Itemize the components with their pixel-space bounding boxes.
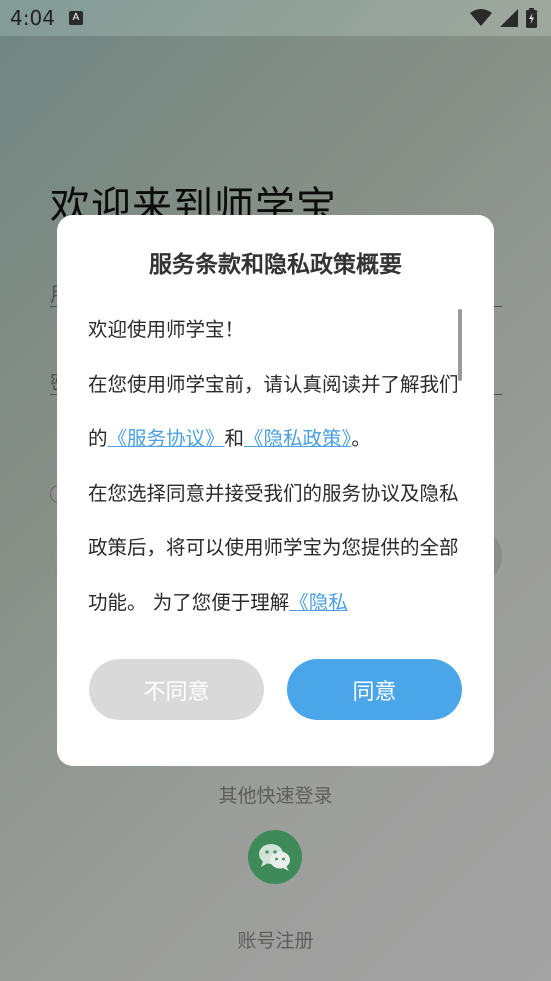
policy-paragraph: 在您使用师学宝前，请认真阅读并了解我们的《服务协议》和《隐私政策》。 <box>88 358 468 467</box>
status-time: 4:04 <box>10 6 55 30</box>
wechat-login-button[interactable] <box>248 830 302 884</box>
period-text: 。 <box>351 427 371 450</box>
and-text: 和 <box>224 427 245 450</box>
privacy-policy-link-2[interactable]: 《隐私 <box>289 591 348 614</box>
signal-icon <box>500 9 518 27</box>
agree-button[interactable]: 同意 <box>287 659 462 720</box>
para2-text: 在您选择同意并接受我们的服务协议及隐私政策后，将可以使用师学宝为您提供的全部功能… <box>88 481 459 614</box>
status-right <box>470 8 551 28</box>
dialog-scrollbar[interactable] <box>458 309 462 381</box>
wechat-icon <box>259 844 290 871</box>
status-bar: 4:04 A <box>0 0 551 36</box>
policy-paragraph-2: 在您选择同意并接受我们的服务协议及隐私政策后，将可以使用师学宝为您提供的全部功能… <box>88 467 468 631</box>
privacy-policy-link[interactable]: 《隐私政策》 <box>244 427 351 450</box>
register-link[interactable]: 账号注册 <box>0 926 551 953</box>
battery-icon <box>526 8 537 28</box>
dialog-title: 服务条款和隐私政策概要 <box>149 252 402 278</box>
service-agreement-link[interactable]: 《服务协议》 <box>108 427 225 450</box>
greeting-text: 欢迎使用师学宝！ <box>88 318 245 341</box>
wifi-icon <box>470 9 492 27</box>
disagree-button[interactable]: 不同意 <box>89 659 264 720</box>
dialog-body[interactable]: 欢迎使用师学宝！ 在您使用师学宝前，请认真阅读并了解我们的《服务协议》和《隐私政… <box>88 303 468 633</box>
notification-icon: A <box>68 11 83 25</box>
other-login-label: 其他快速登录 <box>218 785 333 807</box>
status-left: 4:04 A <box>0 6 83 30</box>
privacy-dialog: 服务条款和隐私政策概要 欢迎使用师学宝！ 在您使用师学宝前，请认真阅读并了解我们… <box>57 215 494 766</box>
